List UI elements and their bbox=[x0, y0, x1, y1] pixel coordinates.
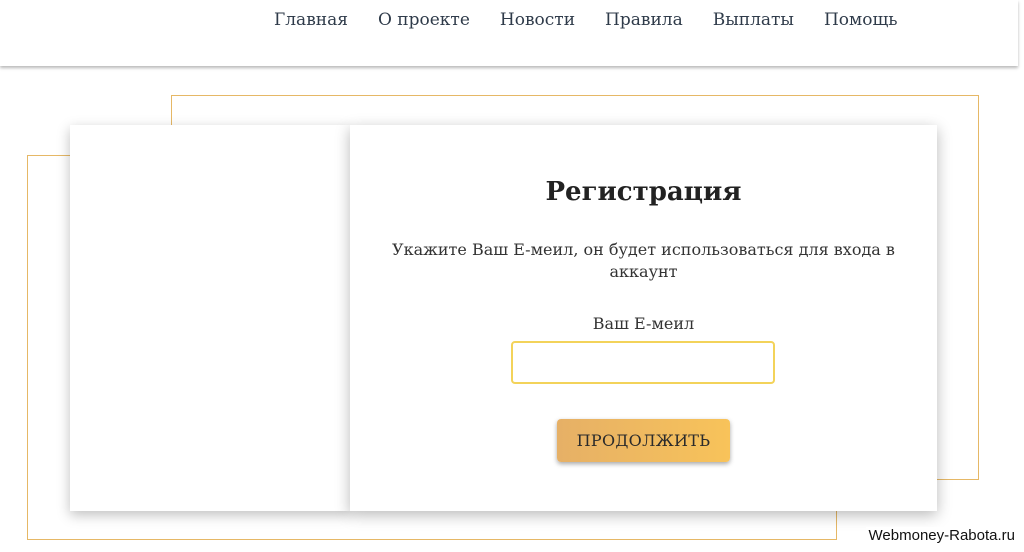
nav-item-home[interactable]: Главная bbox=[274, 10, 348, 30]
page-title: Регистрация bbox=[545, 177, 742, 207]
nav-menu: Главная О проекте Новости Правила Выплат… bbox=[274, 10, 898, 30]
nav-item-about[interactable]: О проекте bbox=[378, 10, 470, 30]
watermark: Webmoney-Rabota.ru bbox=[865, 527, 1018, 544]
form-description: Укажите Ваш E-меил, он будет использоват… bbox=[392, 240, 895, 281]
email-label: Ваш E-меил bbox=[592, 314, 695, 333]
image-panel bbox=[70, 125, 350, 511]
top-navigation: Главная О проекте Новости Правила Выплат… bbox=[0, 0, 1018, 66]
nav-item-news[interactable]: Новости bbox=[500, 10, 575, 30]
nav-item-help[interactable]: Помощь bbox=[824, 10, 898, 30]
email-field[interactable] bbox=[511, 341, 775, 384]
nav-item-payouts[interactable]: Выплаты bbox=[713, 10, 794, 30]
continue-button[interactable]: ПРОДОЛЖИТЬ bbox=[557, 419, 730, 462]
nav-item-rules[interactable]: Правила bbox=[605, 10, 683, 30]
registration-card: Регистрация Укажите Ваш E-меил, он будет… bbox=[350, 125, 937, 511]
